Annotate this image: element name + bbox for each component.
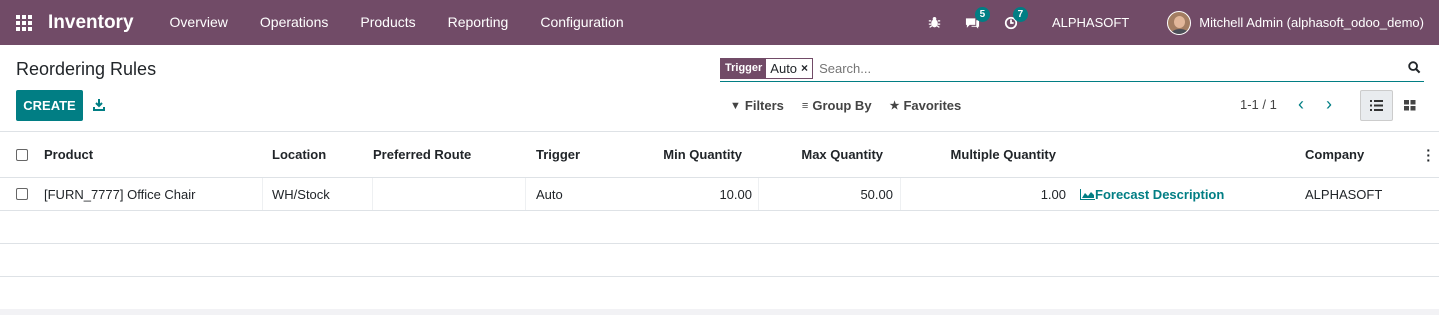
activities-clock-icon[interactable]: 7: [1003, 6, 1028, 31]
table-header: Product Location Preferred Route Trigger…: [0, 131, 1439, 178]
view-switcher: [1360, 90, 1426, 121]
empty-row: [0, 277, 1439, 310]
group-by-button[interactable]: ≡ Group By: [802, 98, 872, 113]
filters-button[interactable]: ▼ Filters: [730, 98, 784, 113]
search-facet: Trigger Auto ×: [720, 57, 814, 79]
column-divider: [758, 178, 759, 210]
cell-min-quantity: 10.00: [719, 186, 752, 202]
favorites-label: Favorites: [903, 98, 962, 113]
apps-menu-icon[interactable]: [16, 14, 32, 31]
cell-company: ALPHASOFT: [1305, 186, 1383, 202]
facet-value: Auto: [770, 60, 798, 76]
column-divider: [262, 178, 263, 210]
create-button[interactable]: CREATE: [16, 90, 83, 121]
area-chart-icon: [1080, 188, 1095, 200]
table-row[interactable]: [FURN_7777] Office Chair WH/Stock Auto 1…: [0, 178, 1439, 211]
pager-next-icon[interactable]: ›: [1319, 95, 1339, 115]
user-menu[interactable]: Mitchell Admin (alphasoft_odoo_demo): [1199, 15, 1424, 30]
header-trigger[interactable]: Trigger: [536, 132, 580, 177]
facet-category: Trigger: [721, 58, 767, 78]
cell-multiple-quantity: 1.00: [1040, 186, 1066, 202]
forecast-link[interactable]: Forecast Description: [1080, 178, 1224, 210]
empty-row: [0, 211, 1439, 244]
cell-product: [FURN_7777] Office Chair: [44, 186, 196, 202]
user-avatar[interactable]: [1167, 10, 1192, 35]
bug-icon[interactable]: [927, 15, 943, 31]
facet-remove-icon[interactable]: ×: [801, 59, 812, 78]
column-divider: [372, 178, 373, 210]
app-title[interactable]: Inventory: [48, 12, 134, 34]
navbar-systray: 5 7 ALPHASOFT Mitchell Admin (alphasoft_…: [916, 0, 1439, 45]
search-options: ▼ Filters ≡ Group By ★ Favorites: [730, 98, 979, 113]
filter-icon: ▼: [730, 99, 741, 112]
list-view-icon[interactable]: [1360, 90, 1393, 121]
search-bar: Trigger Auto ×: [720, 55, 1424, 82]
row-checkbox[interactable]: [16, 188, 28, 200]
header-max-quantity[interactable]: Max Quantity: [760, 132, 883, 177]
search-input[interactable]: [819, 60, 1424, 76]
menu-configuration[interactable]: Configuration: [524, 0, 639, 45]
group-by-icon: ≡: [801, 99, 809, 112]
page-title: Reordering Rules: [16, 59, 157, 79]
menu-operations[interactable]: Operations: [244, 0, 344, 45]
reordering-rules-table: Product Location Preferred Route Trigger…: [0, 131, 1439, 310]
cell-max-quantity: 50.00: [860, 186, 893, 202]
table-footer: [0, 309, 1439, 315]
header-location[interactable]: Location: [272, 132, 326, 177]
activities-badge: 7: [1012, 6, 1028, 22]
header-min-quantity[interactable]: Min Quantity: [600, 132, 742, 177]
header-multiple-quantity[interactable]: Multiple Quantity: [900, 132, 1056, 177]
group-by-label: Group By: [812, 98, 872, 113]
download-icon[interactable]: [93, 98, 105, 111]
kanban-view-icon[interactable]: [1393, 90, 1426, 121]
messages-icon[interactable]: 5: [965, 6, 990, 31]
empty-row: [0, 244, 1439, 277]
header-company[interactable]: Company: [1305, 132, 1364, 177]
star-icon: ★: [889, 100, 900, 112]
company-switcher[interactable]: ALPHASOFT: [1052, 15, 1129, 30]
messages-badge: 5: [974, 6, 990, 22]
optional-columns-icon[interactable]: · · ·: [1426, 143, 1431, 167]
menu-reporting[interactable]: Reporting: [432, 0, 525, 45]
header-route[interactable]: Preferred Route: [373, 132, 471, 177]
header-product[interactable]: Product: [44, 132, 93, 177]
pager-previous-icon[interactable]: ‹: [1291, 95, 1311, 115]
menu-overview[interactable]: Overview: [154, 0, 244, 45]
menu-products[interactable]: Products: [344, 0, 431, 45]
favorites-button[interactable]: ★ Favorites: [890, 98, 962, 113]
pager-value[interactable]: 1-1 / 1: [1240, 97, 1277, 112]
select-all-checkbox[interactable]: [16, 149, 28, 161]
top-navbar: Inventory Overview Operations Products R…: [0, 0, 1439, 45]
filters-label: Filters: [744, 98, 784, 113]
search-icon[interactable]: [1408, 61, 1422, 75]
column-divider: [525, 178, 526, 210]
cell-trigger: Auto: [536, 186, 563, 202]
forecast-label: Forecast Description: [1095, 186, 1225, 202]
cell-location: WH/Stock: [272, 186, 330, 202]
